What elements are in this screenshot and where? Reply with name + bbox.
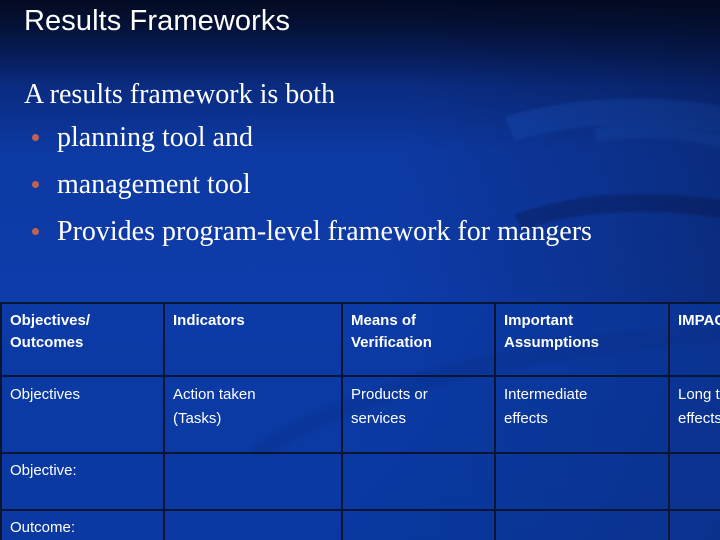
table-header-cell: Indicators <box>163 302 343 377</box>
cell-line-1: Outcome: <box>10 519 76 536</box>
body-lead-text: A results framework is both <box>24 79 336 110</box>
table-row: Objective: <box>0 452 720 511</box>
table-cell: Objective: <box>0 452 165 511</box>
results-framework-table: Objectives/ Outcomes Indicators Means of… <box>0 302 720 540</box>
slide-title: Results Frameworks <box>24 5 291 37</box>
slide-body: A results framework is both planning too… <box>22 78 698 249</box>
table-cell <box>163 509 343 540</box>
table-cell <box>668 452 720 511</box>
cell-line-1: Intermediate <box>504 386 588 403</box>
table-header-cell: IMPACT <box>668 302 720 377</box>
table-cell <box>341 452 496 511</box>
cell-line-1: Products or <box>351 386 428 403</box>
table-row: Objectives Action taken (Tasks) Products… <box>0 375 720 454</box>
table-cell: Objectives <box>0 375 165 454</box>
bullet-dot-icon <box>32 181 39 188</box>
bullet-list: planning tool and management tool Provid… <box>22 121 698 249</box>
cell-line-1: Action taken <box>173 386 256 403</box>
list-item: Provides program-level framework for man… <box>22 215 698 249</box>
bullet-dot-icon <box>32 134 39 141</box>
table-cell <box>163 452 343 511</box>
table-cell: Outcome: <box>0 509 165 540</box>
cell-line-1: Objective: <box>10 462 77 479</box>
table-header-cell: Objectives/ Outcomes <box>0 302 165 377</box>
table-cell: Products or services <box>341 375 496 454</box>
bullet-text-continuation: mangers <box>497 216 592 247</box>
cell-line-1: Indicators <box>173 312 245 329</box>
table-cell <box>494 452 670 511</box>
cell-line-1: Important <box>504 312 574 329</box>
cell-line-1: IMPACT <box>678 312 720 329</box>
cell-line-1: Long term <box>678 386 720 403</box>
cell-line-2: Assumptions <box>504 334 600 351</box>
table-cell: Action taken (Tasks) <box>163 375 343 454</box>
bullet-text: planning tool and <box>57 122 253 153</box>
cell-line-1: Objectives <box>10 386 81 403</box>
presentation-slide: Results Frameworks A results framework i… <box>0 0 720 540</box>
table-header-cell: Means of Verification <box>341 302 496 377</box>
table-row: Outcome: <box>0 509 720 540</box>
table-header-row: Objectives/ Outcomes Indicators Means of… <box>0 302 720 377</box>
table-cell: Intermediate effects <box>494 375 670 454</box>
cell-line-2: Verification <box>351 334 432 351</box>
bullet-text: Provides program-level framework for <box>57 216 491 247</box>
cell-line-2: services <box>351 410 407 427</box>
bullet-dot-icon <box>32 228 39 235</box>
cell-line-2: effects <box>678 410 720 427</box>
cell-line-2: Outcomes <box>10 334 84 351</box>
cell-line-1: Objectives/ <box>10 312 91 329</box>
cell-line-2: (Tasks) <box>173 410 222 427</box>
list-item: planning tool and <box>22 121 698 155</box>
table-header-cell: Important Assumptions <box>494 302 670 377</box>
cell-line-2: effects <box>504 410 548 427</box>
table-cell <box>668 509 720 540</box>
table-cell <box>341 509 496 540</box>
cell-line-1: Means of <box>351 312 417 329</box>
table-cell: Long term effects <box>668 375 720 454</box>
list-item: management tool <box>22 168 698 202</box>
table-cell <box>494 509 670 540</box>
bullet-text: management tool <box>57 169 251 200</box>
